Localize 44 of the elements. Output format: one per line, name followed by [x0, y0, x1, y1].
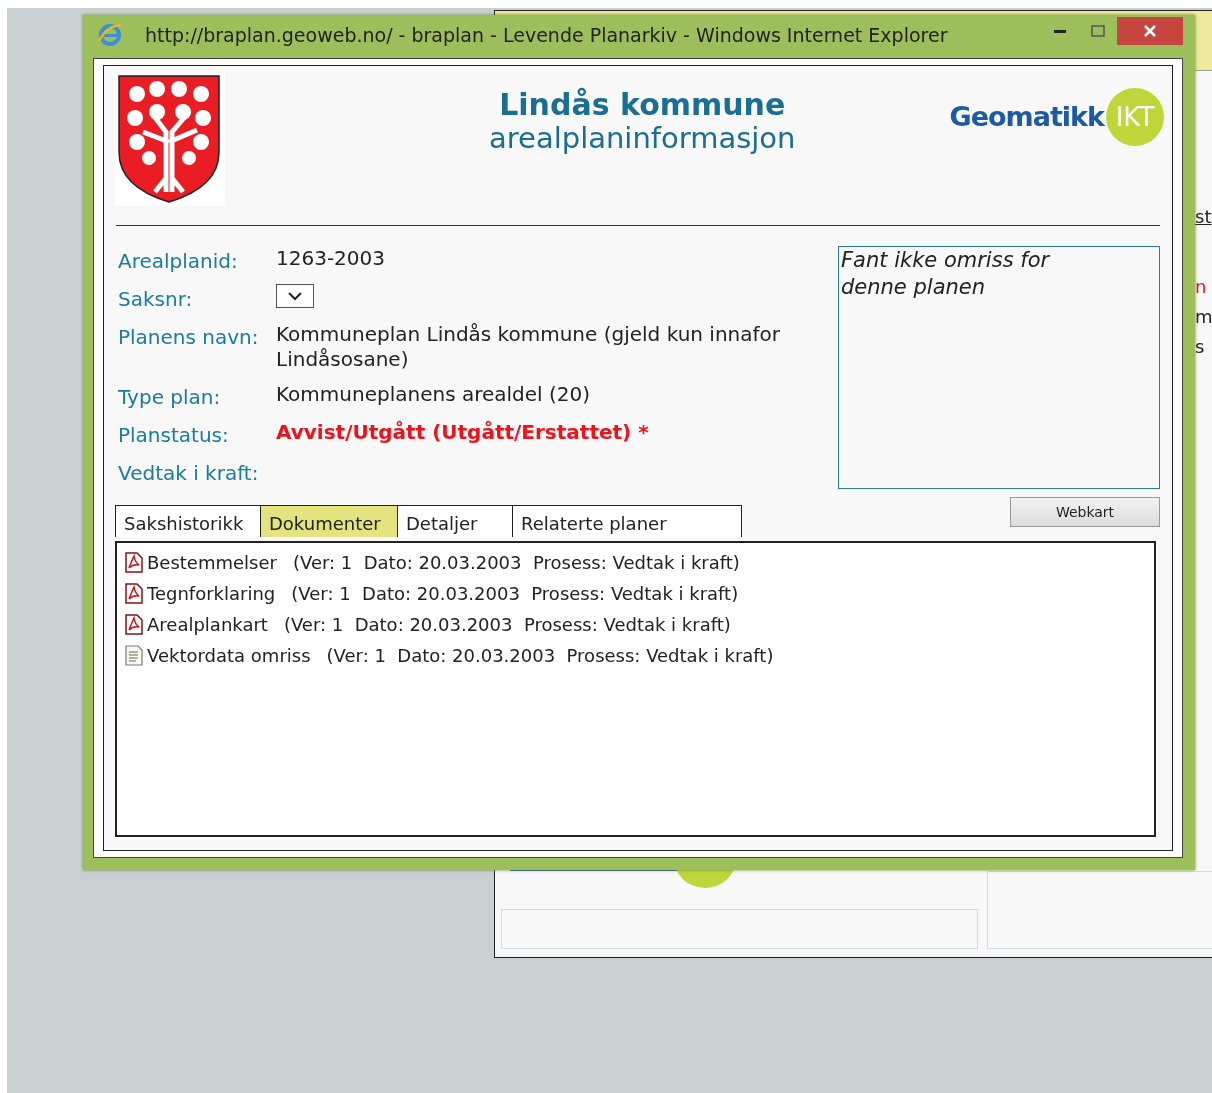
- text-document-icon: [125, 645, 143, 666]
- text-fragment: m: [1195, 308, 1212, 326]
- browser-logo-icon: [97, 22, 123, 48]
- close-button[interactable]: [1117, 17, 1183, 45]
- field-value: Kommuneplanens arealdel (20): [276, 382, 591, 408]
- tab[interactable]: Sakshistorikk: [115, 505, 261, 537]
- text-fragment: s: [1195, 338, 1205, 356]
- minimize-icon: [1054, 29, 1066, 33]
- tab[interactable]: Relaterte planer: [512, 505, 742, 537]
- field-label: Arealplanid:: [118, 248, 239, 275]
- dropdown[interactable]: [276, 284, 314, 308]
- tab[interactable]: Dokumenter: [260, 505, 398, 537]
- document-details: (Ver: 1 Dato: 20.03.2003 Prosess: Vedtak i kraft): [283, 613, 731, 637]
- maximize-icon: [1091, 25, 1105, 37]
- logo-text: Geomatikk: [949, 99, 1104, 134]
- field-value: Kommuneplan Lindås kommune (gjeld kun innafor Lindåsosane): [276, 322, 781, 373]
- text-fragment: n: [1195, 278, 1207, 296]
- field-label: Planstatus:: [118, 422, 230, 449]
- field-label: Saksnr:: [118, 286, 194, 313]
- pdf-document-icon: [125, 583, 143, 604]
- field-label: Type plan:: [118, 384, 222, 411]
- field-value: 1263-2003: [276, 246, 385, 272]
- webkart-button[interactable]: Webkart: [1010, 497, 1160, 527]
- municipality-title: Lindås kommune: [498, 87, 787, 123]
- document-details: (Ver: 1 Dato: 20.03.2003 Prosess: Vedtak i kraft): [291, 582, 739, 606]
- field-label: Planens navn:: [118, 324, 260, 351]
- logo-badge: IKT: [1106, 88, 1164, 146]
- document-link[interactable]: Tegnforklaring: [147, 578, 276, 609]
- pdf-document-icon: [125, 614, 143, 635]
- status-value: Avvist/Utgått (Utgått/Erstattet) *: [276, 420, 649, 446]
- document-link[interactable]: Arealplankart: [147, 609, 268, 640]
- document-link[interactable]: Vektordata omriss: [147, 640, 311, 671]
- document-details: (Ver: 1 Dato: 20.03.2003 Prosess: Vedtak i kraft): [326, 644, 774, 668]
- field-label: Vedtak i kraft:: [118, 460, 260, 487]
- close-icon: [1143, 24, 1157, 38]
- pdf-document-icon: [125, 552, 143, 573]
- document-details: (Ver: 1 Dato: 20.03.2003 Prosess: Vedtak i kraft): [292, 551, 740, 575]
- subtitle: arealplaninformasjon: [488, 123, 797, 155]
- window-title: http://braplan.geoweb.no/ - braplan - Levende Planarkiv - Windows Internet Explorer: [145, 22, 948, 48]
- link-fragment[interactable]: st: [1195, 208, 1212, 226]
- tab[interactable]: Detaljer: [397, 505, 513, 537]
- map-message-panel: Fant ikke omriss for denne planen: [838, 246, 1160, 489]
- chevron-down-icon: [288, 291, 302, 301]
- document-link[interactable]: Bestemmelser: [147, 547, 277, 578]
